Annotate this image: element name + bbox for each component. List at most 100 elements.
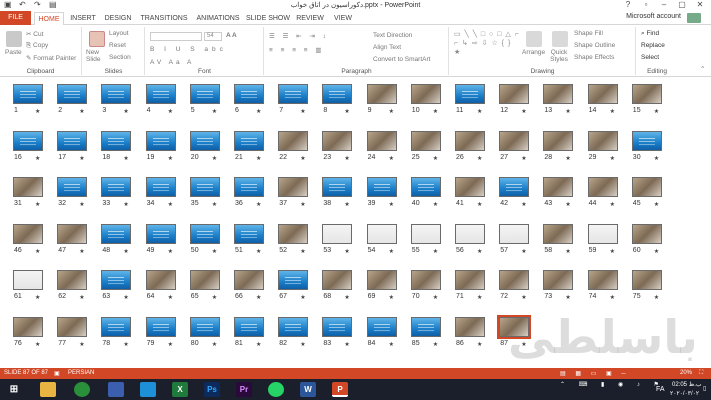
slide-thumbnail[interactable]: [543, 270, 574, 290]
shapes-gallery[interactable]: ▭ ╲ ╲ □ ○ □ △ ⌐ ⌐ ↳ ⇨ ⇩ ☆ { } ★: [454, 30, 520, 57]
transition-star-icon[interactable]: ★: [123, 108, 128, 115]
transition-star-icon[interactable]: ★: [433, 108, 438, 115]
transition-star-icon[interactable]: ★: [300, 341, 305, 348]
transition-star-icon[interactable]: ★: [168, 155, 173, 162]
slide-thumbnail[interactable]: [57, 316, 88, 337]
slide-thumbnail[interactable]: [499, 130, 530, 151]
transition-star-icon[interactable]: ★: [344, 108, 349, 115]
slide-thumbnail[interactable]: [145, 177, 176, 197]
reset-button[interactable]: Reset: [109, 42, 126, 49]
transition-star-icon[interactable]: ★: [433, 341, 438, 348]
system-tray-icons[interactable]: ⌃ ⌨ ▮ ◉ ♪ ⚑: [560, 381, 665, 388]
shape-effects-button[interactable]: Shape Effects: [574, 54, 614, 61]
transition-star-icon[interactable]: ★: [35, 155, 40, 162]
tab-review[interactable]: REVIEW: [295, 12, 325, 25]
font-format-buttons[interactable]: B I U S abc: [150, 46, 227, 53]
slide-thumbnail[interactable]: [499, 223, 530, 244]
slide-thumbnail[interactable]: [57, 130, 88, 151]
transition-star-icon[interactable]: ★: [477, 108, 482, 115]
arrange-button[interactable]: Arrange: [522, 49, 545, 56]
transition-star-icon[interactable]: ★: [300, 108, 305, 115]
transition-star-icon[interactable]: ★: [344, 248, 349, 255]
slide-thumbnail[interactable]: [189, 177, 220, 197]
tab-home[interactable]: HOME: [34, 12, 64, 25]
transition-star-icon[interactable]: ★: [389, 155, 394, 162]
premiere-icon[interactable]: Pr: [236, 382, 252, 397]
slide-thumbnail[interactable]: [455, 84, 485, 104]
transition-star-icon[interactable]: ★: [565, 294, 570, 301]
transition-star-icon[interactable]: ★: [168, 294, 173, 301]
slide-thumbnail[interactable]: [278, 316, 309, 337]
slide-thumbnail[interactable]: [234, 84, 264, 104]
slide-thumbnail[interactable]: [455, 316, 485, 337]
slide-thumbnail[interactable]: [587, 84, 618, 104]
slide-thumbnail[interactable]: [278, 223, 309, 244]
format-painter-button[interactable]: ✎ Format Painter: [26, 54, 76, 62]
slide-thumbnail[interactable]: [57, 84, 88, 104]
zoom-level[interactable]: 20%: [680, 370, 692, 376]
transition-star-icon[interactable]: ★: [256, 294, 261, 301]
account-name[interactable]: Microsoft account: [626, 13, 681, 20]
slide-thumbnail[interactable]: [455, 177, 485, 197]
transition-star-icon[interactable]: ★: [168, 248, 173, 255]
transition-star-icon[interactable]: ★: [477, 341, 482, 348]
explorer-icon[interactable]: [40, 382, 56, 397]
align-text-button[interactable]: Align Text: [373, 44, 401, 51]
transition-star-icon[interactable]: ★: [123, 201, 128, 208]
transition-star-icon[interactable]: ★: [123, 341, 128, 348]
transition-star-icon[interactable]: ★: [521, 294, 526, 301]
transition-star-icon[interactable]: ★: [565, 155, 570, 162]
transition-star-icon[interactable]: ★: [79, 108, 84, 115]
slide-thumbnail[interactable]: [101, 84, 132, 104]
slide-thumbnail[interactable]: [13, 177, 43, 197]
transition-star-icon[interactable]: ★: [654, 201, 659, 208]
maximize-icon[interactable]: ▢: [673, 0, 691, 10]
transition-star-icon[interactable]: ★: [433, 155, 438, 162]
slide-thumbnail[interactable]: [631, 177, 662, 197]
transition-star-icon[interactable]: ★: [565, 248, 570, 255]
transition-star-icon[interactable]: ★: [389, 294, 394, 301]
slide-thumbnail[interactable]: [13, 270, 43, 290]
transition-star-icon[interactable]: ★: [610, 155, 615, 162]
slide-thumbnail[interactable]: [366, 270, 397, 290]
slide-thumbnail[interactable]: [145, 223, 176, 244]
slide-thumbnail[interactable]: [57, 223, 88, 244]
slide-thumbnail[interactable]: [631, 223, 662, 244]
transition-star-icon[interactable]: ★: [344, 341, 349, 348]
transition-star-icon[interactable]: ★: [344, 294, 349, 301]
transition-star-icon[interactable]: ★: [79, 248, 84, 255]
paste-button[interactable]: Paste: [5, 49, 22, 56]
slide-thumbnail[interactable]: [57, 270, 88, 290]
avatar[interactable]: [687, 13, 701, 23]
transition-star-icon[interactable]: ★: [477, 155, 482, 162]
slide-thumbnail[interactable]: [278, 270, 309, 290]
tab-transitions[interactable]: TRANSITIONS: [139, 12, 189, 25]
slide-thumbnail[interactable]: [322, 270, 353, 290]
slide-thumbnail[interactable]: [189, 84, 220, 104]
transition-star-icon[interactable]: ★: [168, 201, 173, 208]
tab-slide-show[interactable]: SLIDE SHOW: [246, 12, 290, 25]
transition-star-icon[interactable]: ★: [256, 201, 261, 208]
slide-thumbnail[interactable]: [278, 177, 309, 197]
start-icon[interactable]: ⊞: [6, 382, 22, 397]
select-button[interactable]: Select: [641, 54, 659, 61]
close-icon[interactable]: ✕: [691, 0, 709, 10]
slide-thumbnail[interactable]: [366, 223, 397, 244]
font-name-combo[interactable]: [150, 32, 202, 41]
whatsapp-icon[interactable]: [268, 382, 284, 397]
slide-thumbnail[interactable]: [145, 130, 176, 151]
tab-design[interactable]: DESIGN: [103, 12, 133, 25]
slide-thumbnail[interactable]: [587, 223, 618, 244]
transition-star-icon[interactable]: ★: [654, 155, 659, 162]
transition-star-icon[interactable]: ★: [35, 201, 40, 208]
text-direction-button[interactable]: Text Direction: [373, 32, 412, 39]
slide-thumbnail[interactable]: [234, 270, 264, 290]
clock-date[interactable]: ۲۰۲۰/۰۳/۰۲: [670, 390, 699, 397]
transition-star-icon[interactable]: ★: [35, 108, 40, 115]
new-slide-button[interactable]: New Slide: [86, 49, 108, 63]
input-language[interactable]: FA: [656, 386, 665, 393]
transition-star-icon[interactable]: ★: [168, 108, 173, 115]
slide-thumbnail[interactable]: [101, 130, 132, 151]
clock-time[interactable]: 02:05 ب.ظ: [672, 381, 702, 388]
slide-thumbnail[interactable]: [410, 270, 441, 290]
